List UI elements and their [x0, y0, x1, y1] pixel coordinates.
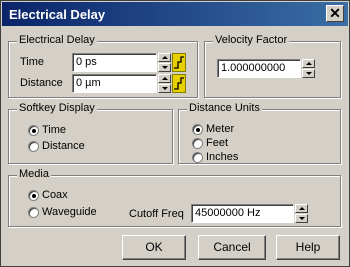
cancel-button[interactable]: Cancel — [198, 235, 266, 260]
softkey-display-group-label: Softkey Display — [17, 102, 97, 114]
distance-spin-up-button[interactable] — [158, 74, 171, 83]
softkey-time-label[interactable]: Time — [42, 124, 66, 136]
units-feet-radio[interactable] — [192, 138, 203, 149]
cutoff-spin-down-button[interactable] — [295, 214, 308, 223]
softkey-time-radio[interactable] — [28, 125, 39, 136]
electrical-delay-dialog: Electrical Delay ✕ Electrical Delay Time… — [0, 0, 350, 267]
cutoff-freq-input[interactable]: 45000000 Hz — [191, 204, 294, 223]
close-button[interactable]: ✕ — [326, 5, 344, 22]
distance-step-icon[interactable] — [172, 74, 186, 93]
time-spin-down-button[interactable] — [158, 63, 171, 72]
distance-units-group-label: Distance Units — [187, 102, 262, 114]
distance-input[interactable]: 0 µm — [72, 74, 157, 93]
velocity-factor-input[interactable]: 1.000000000 — [217, 59, 301, 78]
units-feet-label[interactable]: Feet — [206, 137, 228, 149]
distance-spinner[interactable] — [158, 74, 171, 93]
softkey-distance-label[interactable]: Distance — [42, 140, 85, 152]
cutoff-freq-spinner[interactable] — [295, 204, 308, 223]
units-meter-label[interactable]: Meter — [206, 123, 234, 135]
media-waveguide-label[interactable]: Waveguide — [42, 206, 97, 218]
cutoff-spin-up-button[interactable] — [295, 204, 308, 213]
softkey-display-group: Softkey Display — [8, 102, 173, 164]
time-label: Time — [20, 56, 45, 68]
media-group-label: Media — [17, 168, 51, 180]
time-input[interactable]: 0 ps — [72, 53, 157, 72]
help-button[interactable]: Help — [276, 235, 340, 260]
time-step-icon[interactable] — [172, 53, 186, 72]
distance-spin-down-button[interactable] — [158, 84, 171, 93]
time-spinner[interactable] — [158, 53, 171, 72]
velocity-spin-down-button[interactable] — [302, 69, 315, 78]
close-icon: ✕ — [329, 5, 341, 21]
dialog-title: Electrical Delay — [9, 7, 106, 22]
distance-label: Distance — [20, 77, 63, 89]
softkey-distance-radio[interactable] — [28, 141, 39, 152]
title-bar[interactable]: Electrical Delay ✕ — [2, 2, 348, 26]
media-coax-label[interactable]: Coax — [42, 189, 68, 201]
units-inches-label[interactable]: Inches — [206, 151, 238, 163]
velocity-factor-spinner[interactable] — [302, 59, 315, 78]
media-coax-radio[interactable] — [28, 190, 39, 201]
cutoff-freq-label: Cutoff Freq — [129, 208, 184, 220]
time-spin-up-button[interactable] — [158, 53, 171, 62]
velocity-spin-up-button[interactable] — [302, 59, 315, 68]
velocity-factor-group-label: Velocity Factor — [213, 34, 290, 46]
units-inches-radio[interactable] — [192, 152, 203, 163]
ok-button[interactable]: OK — [122, 235, 186, 260]
media-waveguide-radio[interactable] — [28, 207, 39, 218]
units-meter-radio[interactable] — [192, 124, 203, 135]
electrical-delay-group-label: Electrical Delay — [17, 34, 97, 46]
